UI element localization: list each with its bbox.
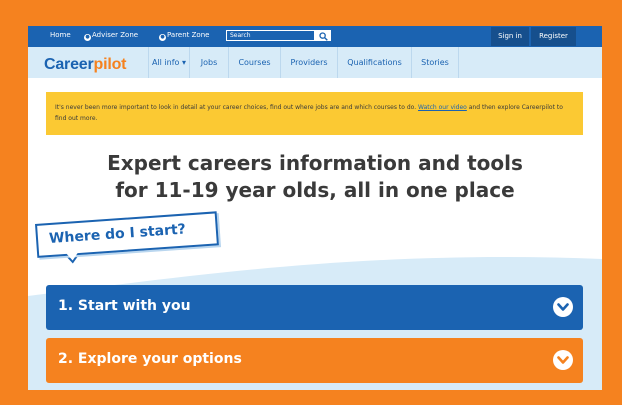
person-icon: ● <box>84 34 91 41</box>
search-icon <box>319 32 328 41</box>
hero-heading-line-2: for 11-19 year olds, all in one place <box>115 178 515 202</box>
website-screenshot: Home ● Adviser Zone ● Parent Zone Search S… <box>28 26 602 390</box>
utility-bar: Home ● Adviser Zone ● Parent Zone Search S… <box>28 26 602 47</box>
home-link[interactable]: Home <box>50 31 71 39</box>
main-nav: Careerpilot All info ▾ Jobs Courses Prov… <box>28 47 602 78</box>
logo-pilot-text: pilot <box>93 56 127 73</box>
nav-providers[interactable]: Providers <box>280 47 337 78</box>
explore-options-accordion[interactable]: 2. Explore your options <box>46 338 583 383</box>
adviser-zone-label: Adviser Zone <box>92 31 139 39</box>
register-button[interactable]: Register <box>531 27 576 46</box>
bubble-tail-fill <box>65 250 80 261</box>
accordion-label: 2. Explore your options <box>58 351 242 367</box>
nav-qualifications[interactable]: Qualifications <box>337 47 411 78</box>
adviser-zone-link[interactable]: ● Adviser Zone <box>84 31 138 41</box>
chevron-down-icon <box>553 297 573 317</box>
nav-courses[interactable]: Courses <box>228 47 280 78</box>
logo-career-text: Career <box>44 56 94 73</box>
start-with-you-accordion[interactable]: 1. Start with you <box>46 285 583 330</box>
parent-zone-link[interactable]: ● Parent Zone <box>159 31 209 41</box>
nav-jobs[interactable]: Jobs <box>189 47 228 78</box>
hero-heading-line-1: Expert careers information and tools <box>107 151 523 175</box>
notice-text-start: It's never been more important to look i… <box>55 104 419 111</box>
hero-heading: Expert careers information and tools for… <box>28 150 602 204</box>
watch-video-link[interactable]: Watch our video <box>418 104 467 111</box>
careerpilot-logo[interactable]: Careerpilot <box>44 56 126 74</box>
nav-all-info[interactable]: All info ▾ <box>148 47 189 78</box>
nav-stories[interactable]: Stories <box>411 47 459 78</box>
parent-zone-label: Parent Zone <box>167 31 210 39</box>
search-input[interactable]: Search <box>226 30 315 41</box>
notice-banner: It's never been more important to look i… <box>46 92 583 135</box>
orange-frame: Home ● Adviser Zone ● Parent Zone Search S… <box>0 0 622 405</box>
accordion-label: 1. Start with you <box>58 298 191 314</box>
sign-in-button[interactable]: Sign in <box>491 27 529 46</box>
chevron-down-icon <box>553 350 573 370</box>
people-icon: ● <box>159 34 166 41</box>
search-button[interactable] <box>315 30 331 41</box>
